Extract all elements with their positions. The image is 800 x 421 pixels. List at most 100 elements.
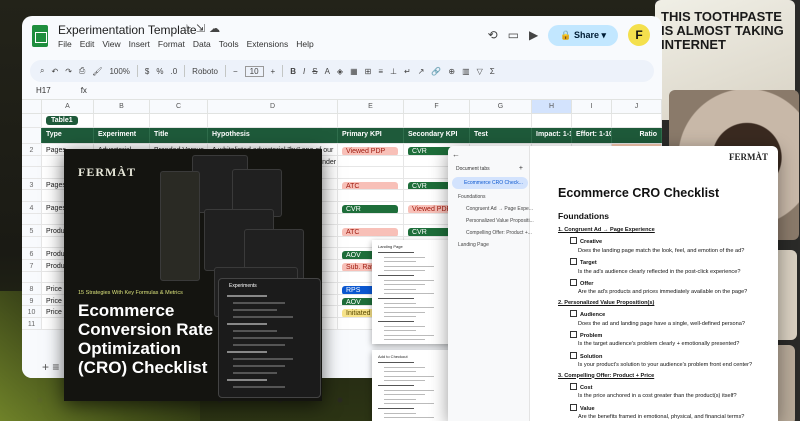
function-icon[interactable]: Σ bbox=[490, 67, 495, 76]
share-button[interactable]: 🔒 Share ▾ bbox=[548, 24, 618, 46]
filter-icon[interactable]: ▽ bbox=[477, 67, 483, 76]
checklist-item[interactable]: Cost bbox=[570, 383, 592, 391]
cell-kpi1[interactable] bbox=[338, 190, 404, 201]
column-header[interactable]: A bbox=[42, 100, 94, 113]
column-header[interactable]: C bbox=[150, 100, 208, 113]
outline-item[interactable]: Personalized Value Propositi... bbox=[466, 218, 534, 224]
column-title[interactable]: Effort: 1-10 bbox=[572, 128, 612, 143]
menu-item[interactable]: Help bbox=[296, 39, 313, 49]
grid-cell[interactable] bbox=[94, 114, 150, 127]
grid-cell[interactable] bbox=[532, 114, 572, 127]
meet-icon[interactable]: ▶ bbox=[529, 28, 538, 42]
column-title[interactable]: Primary KPI bbox=[338, 128, 404, 143]
comment-add-icon[interactable]: ⊕ bbox=[448, 67, 455, 76]
comment-icon[interactable]: ▭ bbox=[508, 28, 519, 42]
history-icon[interactable]: ⟲ bbox=[488, 28, 498, 42]
move-icon[interactable]: ⇲ bbox=[196, 23, 209, 35]
rotate-icon[interactable]: ↗ bbox=[418, 67, 425, 76]
menu-item[interactable]: Extensions bbox=[247, 39, 289, 49]
grid-cell[interactable] bbox=[572, 114, 612, 127]
row-number[interactable] bbox=[22, 271, 42, 283]
outline-item[interactable]: Landing Page bbox=[458, 242, 489, 248]
outline-item[interactable]: Compelling Offer: Product +... bbox=[466, 230, 532, 236]
row-number[interactable] bbox=[22, 190, 42, 201]
row-number[interactable]: 6 bbox=[22, 248, 42, 259]
row-number[interactable] bbox=[22, 155, 42, 167]
kpi-chip[interactable]: ATC bbox=[342, 228, 398, 236]
avatar[interactable]: F bbox=[628, 24, 650, 46]
borders-icon[interactable]: ▦ bbox=[350, 67, 358, 76]
row-number[interactable]: 9 bbox=[22, 294, 42, 306]
row-number[interactable] bbox=[22, 114, 42, 127]
fill-color-icon[interactable]: ◈ bbox=[337, 67, 343, 76]
kpi-chip[interactable]: ATC bbox=[342, 181, 398, 190]
redo-icon[interactable]: ↷ bbox=[65, 67, 72, 76]
sheets-logo-icon[interactable] bbox=[32, 25, 48, 47]
cell-kpi1[interactable]: ATC bbox=[338, 178, 404, 190]
column-title[interactable]: Type bbox=[42, 128, 94, 143]
font-select[interactable]: Roboto bbox=[192, 67, 218, 76]
menu-item[interactable]: Data bbox=[193, 39, 211, 49]
decimal-icon[interactable]: .0 bbox=[171, 67, 178, 76]
column-header[interactable]: G bbox=[470, 100, 532, 113]
row-number[interactable] bbox=[22, 167, 42, 178]
checklist-item[interactable]: Solution bbox=[570, 352, 602, 360]
checklist-item[interactable]: Problem bbox=[570, 331, 602, 339]
selected-tab[interactable]: Ecommerce CRO Check... bbox=[452, 177, 528, 189]
font-size-increase-icon[interactable]: + bbox=[271, 67, 276, 76]
checklist-item[interactable]: Audience bbox=[570, 310, 605, 318]
menu-item[interactable]: Format bbox=[158, 39, 185, 49]
cloud-icon[interactable]: ☁ bbox=[209, 23, 224, 35]
checklist-item[interactable]: Target bbox=[570, 258, 597, 266]
row-number[interactable]: 5 bbox=[22, 225, 42, 236]
column-header[interactable]: I bbox=[572, 100, 612, 113]
table-name-chip[interactable]: Table1 bbox=[46, 116, 78, 125]
merge-icon[interactable]: ⊞ bbox=[365, 67, 372, 76]
link-icon[interactable]: 🔗 bbox=[431, 67, 441, 76]
undo-icon[interactable]: ↶ bbox=[51, 67, 58, 76]
text-color-icon[interactable]: A bbox=[325, 67, 330, 76]
column-header[interactable]: B bbox=[94, 100, 150, 113]
outline-item[interactable]: Congruent Ad → Page Expe... bbox=[466, 206, 533, 212]
column-header[interactable]: H bbox=[532, 100, 572, 113]
column-title[interactable]: Impact: 1-10 bbox=[532, 128, 572, 143]
row-number[interactable] bbox=[22, 128, 42, 143]
cell-kpi1[interactable]: Viewed PDP bbox=[338, 144, 404, 155]
row-number[interactable]: 8 bbox=[22, 283, 42, 294]
kpi-chip[interactable]: Viewed PDP bbox=[342, 147, 398, 155]
checklist-item[interactable]: Offer bbox=[570, 279, 593, 287]
menu-item[interactable]: Tools bbox=[219, 39, 239, 49]
grid-cell[interactable] bbox=[404, 114, 470, 127]
checklist-item[interactable]: Creative bbox=[570, 237, 602, 245]
grid-cell[interactable] bbox=[470, 114, 532, 127]
column-header[interactable]: E bbox=[338, 100, 404, 113]
strikethrough-icon[interactable]: S bbox=[312, 67, 317, 76]
menu-item[interactable]: View bbox=[102, 39, 120, 49]
column-header[interactable]: J bbox=[612, 100, 662, 113]
grid-cell[interactable] bbox=[208, 114, 338, 127]
column-title[interactable]: Hypothesis bbox=[208, 128, 338, 143]
column-title[interactable]: Title bbox=[150, 128, 208, 143]
all-sheets-icon[interactable]: ≡ bbox=[52, 360, 59, 374]
document-title[interactable]: Experimentation Template bbox=[58, 23, 197, 37]
column-title[interactable]: Experiment bbox=[94, 128, 150, 143]
outline-item[interactable]: Foundations bbox=[458, 194, 486, 200]
valign-icon[interactable]: ⊥ bbox=[390, 67, 397, 76]
wrap-icon[interactable]: ↵ bbox=[404, 67, 411, 76]
cell-kpi1[interactable]: CVR bbox=[338, 201, 404, 213]
font-size-input[interactable]: 10 bbox=[244, 65, 264, 77]
grid-cell[interactable] bbox=[338, 114, 404, 127]
column-title[interactable]: Ratio bbox=[612, 128, 662, 143]
grid-cell[interactable] bbox=[150, 114, 208, 127]
grid-cell[interactable] bbox=[612, 114, 662, 127]
row-number[interactable]: 4 bbox=[22, 201, 42, 213]
menu-item[interactable]: Edit bbox=[80, 39, 95, 49]
row-number[interactable]: 10 bbox=[22, 306, 42, 317]
align-icon[interactable]: ≡ bbox=[378, 67, 383, 76]
paint-format-icon[interactable]: 🖌 bbox=[92, 67, 102, 76]
row-number[interactable]: 11 bbox=[22, 317, 42, 329]
cell-reference[interactable]: H17 bbox=[36, 86, 51, 95]
table-name-cell[interactable]: Table1 bbox=[42, 114, 94, 127]
italic-icon[interactable]: I bbox=[303, 67, 305, 76]
row-number[interactable]: 7 bbox=[22, 259, 42, 271]
